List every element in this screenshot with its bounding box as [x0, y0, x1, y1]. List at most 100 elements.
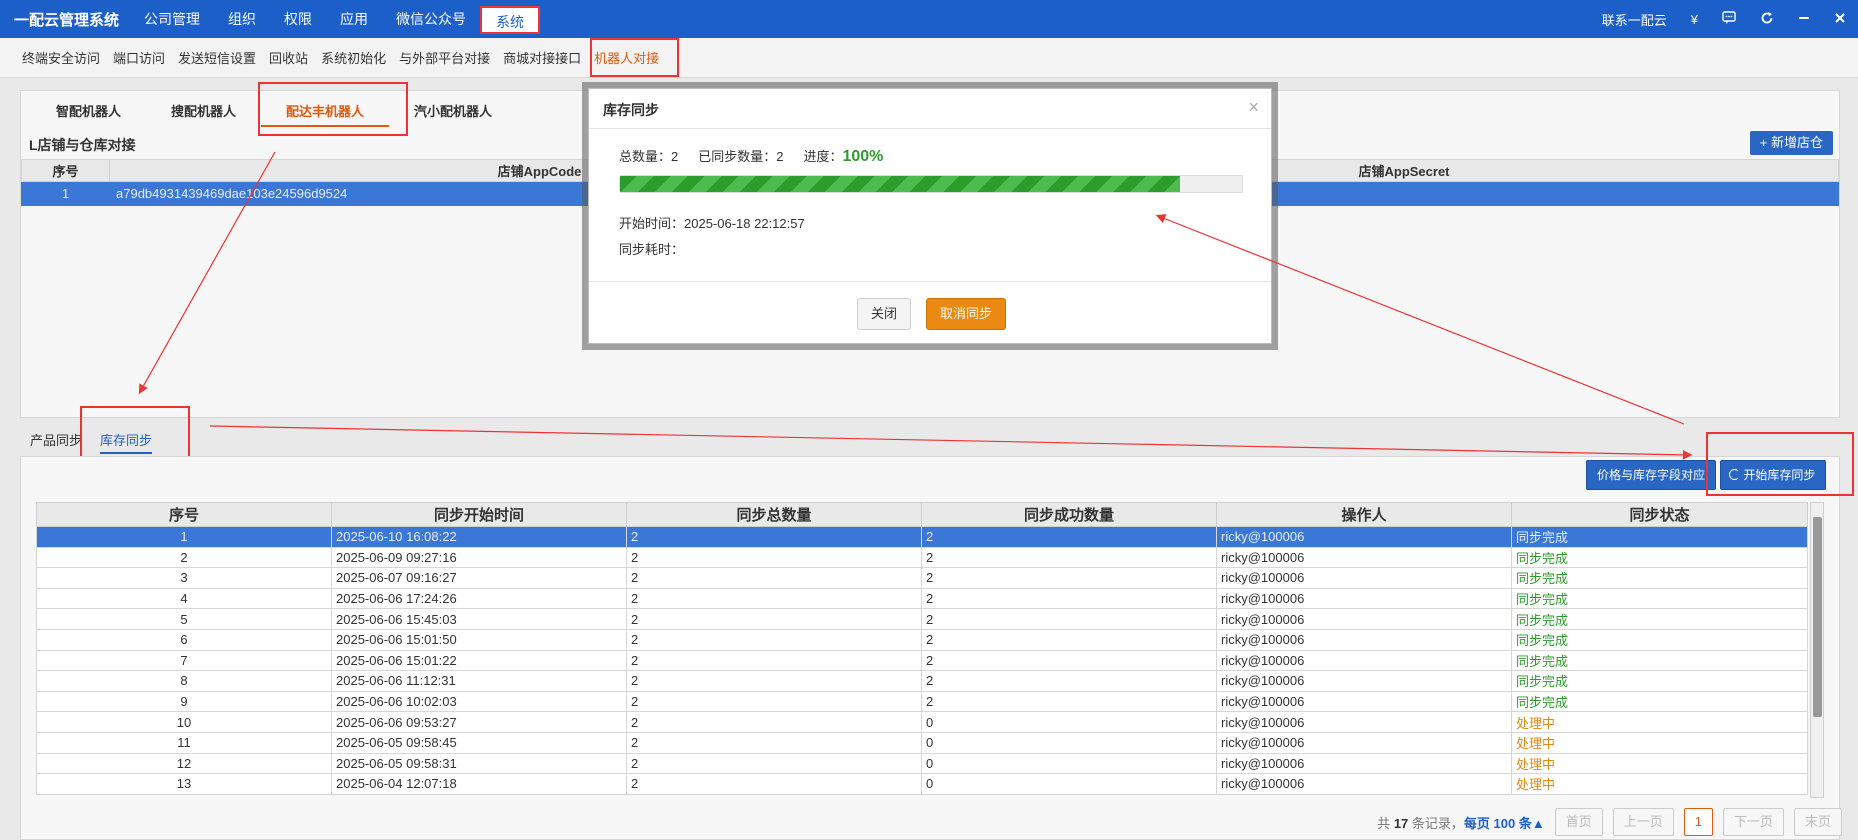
- table-cell: 2025-06-06 17:24:26: [331, 587, 627, 610]
- tab-product-sync[interactable]: 产品同步: [30, 430, 82, 454]
- table-row[interactable]: 9 2025-06-06 10:02:03 2 2 ricky@100006 同步完成: [36, 690, 1808, 713]
- table-cell: 2025-06-06 15:01:50: [331, 628, 627, 651]
- table-cell: 2025-06-10 16:08:22: [331, 526, 627, 548]
- table-cell: 2: [626, 773, 922, 795]
- table-cell: 2025-06-06 10:02:03: [331, 690, 627, 713]
- subnav-terminal-security[interactable]: 终端安全访问: [22, 48, 100, 67]
- cancel-sync-button[interactable]: 取消同步: [926, 298, 1006, 330]
- table-cell: 0: [921, 711, 1217, 733]
- table-cell: 2025-06-07 09:16:27: [331, 567, 627, 589]
- table-cell: 11: [36, 731, 332, 754]
- tab-qixiaopei-robot[interactable]: 汽小配机器人: [389, 97, 517, 127]
- table-cell: 2: [626, 587, 922, 610]
- page-1-button[interactable]: 1: [1683, 808, 1713, 836]
- table-row[interactable]: 3 2025-06-07 09:16:27 2 2 ricky@100006 同步完成: [36, 567, 1808, 589]
- table-row[interactable]: 1 2025-06-10 16:08:22 2 2 ricky@100006 同步完成: [36, 526, 1808, 548]
- table-cell: 7: [36, 649, 332, 672]
- page-size-select[interactable]: 每页 100 条▲: [1464, 816, 1545, 831]
- table-cell: 2: [921, 670, 1217, 692]
- nav-org[interactable]: 组织: [214, 0, 270, 38]
- table-cell: ricky@100006: [1216, 526, 1512, 548]
- scroll-thumb[interactable]: [1813, 517, 1822, 717]
- modal-stats: 总数量：2 已同步数量：2 进度：100%: [619, 146, 883, 166]
- table-row[interactable]: 5 2025-06-06 15:45:03 2 2 ricky@100006 同步完成: [36, 608, 1808, 630]
- table-row[interactable]: 8 2025-06-06 11:12:31 2 2 ricky@100006 同步完成: [36, 670, 1808, 692]
- nav-company[interactable]: 公司管理: [130, 0, 214, 38]
- table-cell: 2: [626, 567, 922, 589]
- close-button[interactable]: 关闭: [857, 298, 911, 330]
- table-cell: 处理中: [1511, 773, 1808, 795]
- currency-icon[interactable]: ¥: [1691, 12, 1698, 27]
- subnav-mall-interface[interactable]: 商城对接接口: [503, 48, 581, 67]
- nav-wechat[interactable]: 微信公众号: [382, 0, 480, 38]
- table-cell: 同步完成: [1511, 628, 1808, 651]
- subnav-system-init[interactable]: 系统初始化: [321, 48, 386, 67]
- col-total: 同步总数量: [626, 502, 922, 527]
- next-page-button[interactable]: 下一页: [1722, 808, 1784, 836]
- table-row[interactable]: 11 2025-06-05 09:58:45 2 0 ricky@100006 处理中: [36, 731, 1808, 754]
- modal-close-icon[interactable]: ×: [1248, 97, 1259, 118]
- table-cell: 8: [36, 670, 332, 692]
- progress-fill: [620, 176, 1180, 192]
- table-cell: 1: [36, 526, 332, 548]
- subnav-recycle-bin[interactable]: 回收站: [269, 48, 308, 67]
- table-cell: 2025-06-05 09:58:45: [331, 731, 627, 754]
- table-cell: ricky@100006: [1216, 690, 1512, 713]
- total-count: 总数量：2: [619, 149, 679, 164]
- last-page-button[interactable]: 末页: [1793, 808, 1842, 836]
- table-row[interactable]: 12 2025-06-05 09:58:31 2 0 ricky@100006 处理中: [36, 752, 1808, 775]
- refresh-icon[interactable]: [1760, 11, 1774, 28]
- subnav-sms-settings[interactable]: 发送短信设置: [178, 48, 256, 67]
- tab-zhipei-robot[interactable]: 智配机器人: [31, 97, 146, 127]
- table-cell: 2: [921, 628, 1217, 651]
- close-icon[interactable]: [1834, 12, 1846, 27]
- table-cell: 2: [626, 670, 922, 692]
- subnav-external-platform[interactable]: 与外部平台对接: [399, 48, 490, 67]
- minimize-icon[interactable]: [1798, 12, 1810, 27]
- table-row[interactable]: 7 2025-06-06 15:01:22 2 2 ricky@100006 同步完成: [36, 649, 1808, 672]
- table-cell: 2: [626, 690, 922, 713]
- nav-permission[interactable]: 权限: [270, 0, 326, 38]
- tab-soupei-robot[interactable]: 搜配机器人: [146, 97, 261, 127]
- table-cell: ricky@100006: [1216, 628, 1512, 651]
- subnav-port-access[interactable]: 端口访问: [113, 48, 165, 67]
- app-title: 一配云管理系统: [14, 12, 120, 29]
- sub-nav: 终端安全访问 端口访问 发送短信设置 回收站 系统初始化 与外部平台对接 商城对…: [0, 38, 1858, 78]
- start-time: 开始时间：2025-06-18 22:12:57: [619, 216, 805, 231]
- nav-system[interactable]: 系统: [480, 6, 540, 34]
- table-row[interactable]: 13 2025-06-04 12:07:18 2 0 ricky@100006 处理中: [36, 773, 1808, 795]
- contact-link[interactable]: 联系一配云: [1602, 10, 1667, 29]
- shop-col-index: 序号: [21, 159, 110, 182]
- table-cell: 2: [36, 546, 332, 569]
- table-cell: 2: [921, 526, 1217, 548]
- table-cell: 同步完成: [1511, 546, 1808, 569]
- table-cell: 2: [626, 628, 922, 651]
- message-icon[interactable]: [1722, 10, 1736, 28]
- annotation-arrow: [209, 425, 1693, 460]
- table-scrollbar[interactable]: [1810, 502, 1824, 798]
- table-row[interactable]: 2 2025-06-09 09:27:16 2 2 ricky@100006 同步完成: [36, 546, 1808, 569]
- table-cell: 同步完成: [1511, 567, 1808, 589]
- progress-percent: 100%: [842, 148, 884, 165]
- table-row[interactable]: 4 2025-06-06 17:24:26 2 2 ricky@100006 同步完成: [36, 587, 1808, 610]
- add-store-button[interactable]: + 新增店仓: [1749, 131, 1833, 155]
- modal-title: 库存同步: [603, 102, 659, 118]
- prev-page-button[interactable]: 上一页: [1612, 808, 1674, 836]
- table-cell: 同步完成: [1511, 649, 1808, 672]
- nav-apps[interactable]: 应用: [326, 0, 382, 38]
- table-cell: 2: [921, 690, 1217, 713]
- table-row[interactable]: 6 2025-06-06 15:01:50 2 2 ricky@100006 同步完成: [36, 628, 1808, 651]
- table-cell: ricky@100006: [1216, 546, 1512, 569]
- table-cell: 4: [36, 587, 332, 610]
- synced-count: 已同步数量：2: [698, 149, 784, 164]
- table-cell: ricky@100006: [1216, 752, 1512, 775]
- field-mapping-button[interactable]: 价格与库存字段对应: [1586, 460, 1717, 490]
- first-page-button[interactable]: 首页: [1554, 808, 1603, 836]
- subnav-robot[interactable]: 机器人对接: [590, 38, 680, 77]
- table-cell: 处理中: [1511, 711, 1808, 733]
- table-row[interactable]: 10 2025-06-06 09:53:27 2 0 ricky@100006 处理中: [36, 711, 1808, 733]
- modal-footer: 关闭 取消同步: [589, 281, 1271, 345]
- table-cell: 处理中: [1511, 731, 1808, 754]
- table-cell: 3: [36, 567, 332, 589]
- table-cell: 2025-06-06 11:12:31: [331, 670, 627, 692]
